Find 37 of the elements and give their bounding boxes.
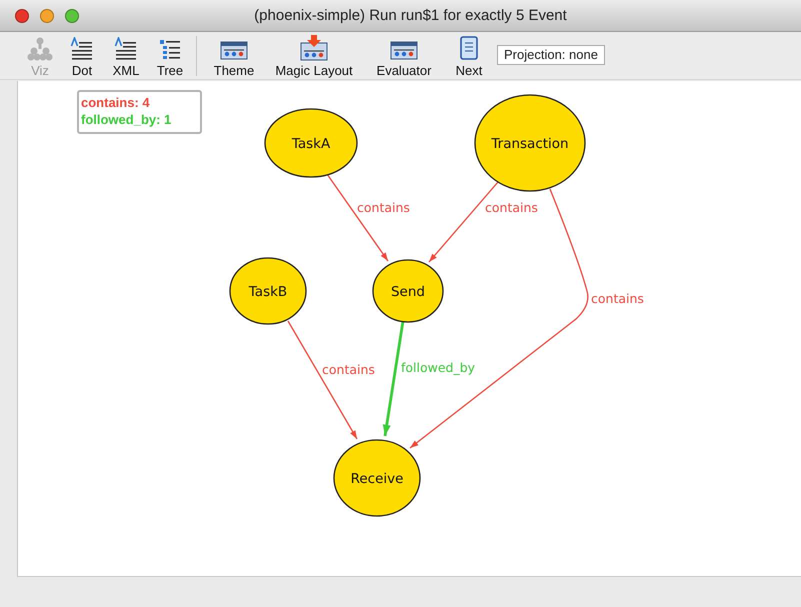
legend-entry: contains: 4 <box>81 94 150 111</box>
node-label: Transaction <box>491 136 569 152</box>
toolbar-button[interactable]: Evaluator <box>361 34 447 78</box>
toolbar-button[interactable]: Tree <box>148 34 192 78</box>
projection-field[interactable]: Projection: none <box>497 45 605 65</box>
text-document-icon <box>114 37 138 61</box>
node-label: Send <box>391 284 425 300</box>
close-button[interactable] <box>15 8 29 22</box>
edge-label: contains <box>357 200 410 215</box>
text-document-icon <box>70 37 94 61</box>
node-ellipse[interactable] <box>229 257 307 325</box>
toolbar-button[interactable]: XML <box>104 34 148 78</box>
toolbar-button[interactable]: Magic Layout <box>267 34 361 78</box>
panel-dots-icon <box>390 39 418 61</box>
node-ellipse[interactable] <box>333 439 421 517</box>
node-ellipse[interactable] <box>372 259 444 323</box>
edge-label: contains <box>485 200 538 215</box>
zoom-button[interactable] <box>65 8 79 22</box>
node-label: Receive <box>350 471 404 487</box>
minimize-button[interactable] <box>40 8 54 22</box>
edge-label: contains <box>591 291 644 306</box>
tree-list-icon <box>158 37 182 61</box>
node-ellipse[interactable] <box>474 94 586 192</box>
tree-diagram-icon <box>27 37 53 61</box>
toolbar-button[interactable]: Theme <box>201 34 267 78</box>
edge-label: followed_by <box>401 360 476 375</box>
legend-entry: followed_by: 1 <box>81 111 172 128</box>
node-ellipse[interactable] <box>264 108 358 178</box>
toolbar-button[interactable]: Dot <box>60 34 104 78</box>
node-label: TaskA <box>292 136 330 152</box>
scroll-icon <box>458 35 480 61</box>
edge-label: contains <box>322 362 375 377</box>
panel-down-arrow-icon <box>300 35 328 61</box>
panel-dots-icon <box>220 39 248 61</box>
node-label: TaskB <box>248 284 288 300</box>
toolbar-button[interactable]: Next <box>447 34 491 78</box>
window-title: (phoenix-simple) Run run$1 for exactly 5 Event <box>253 6 567 26</box>
